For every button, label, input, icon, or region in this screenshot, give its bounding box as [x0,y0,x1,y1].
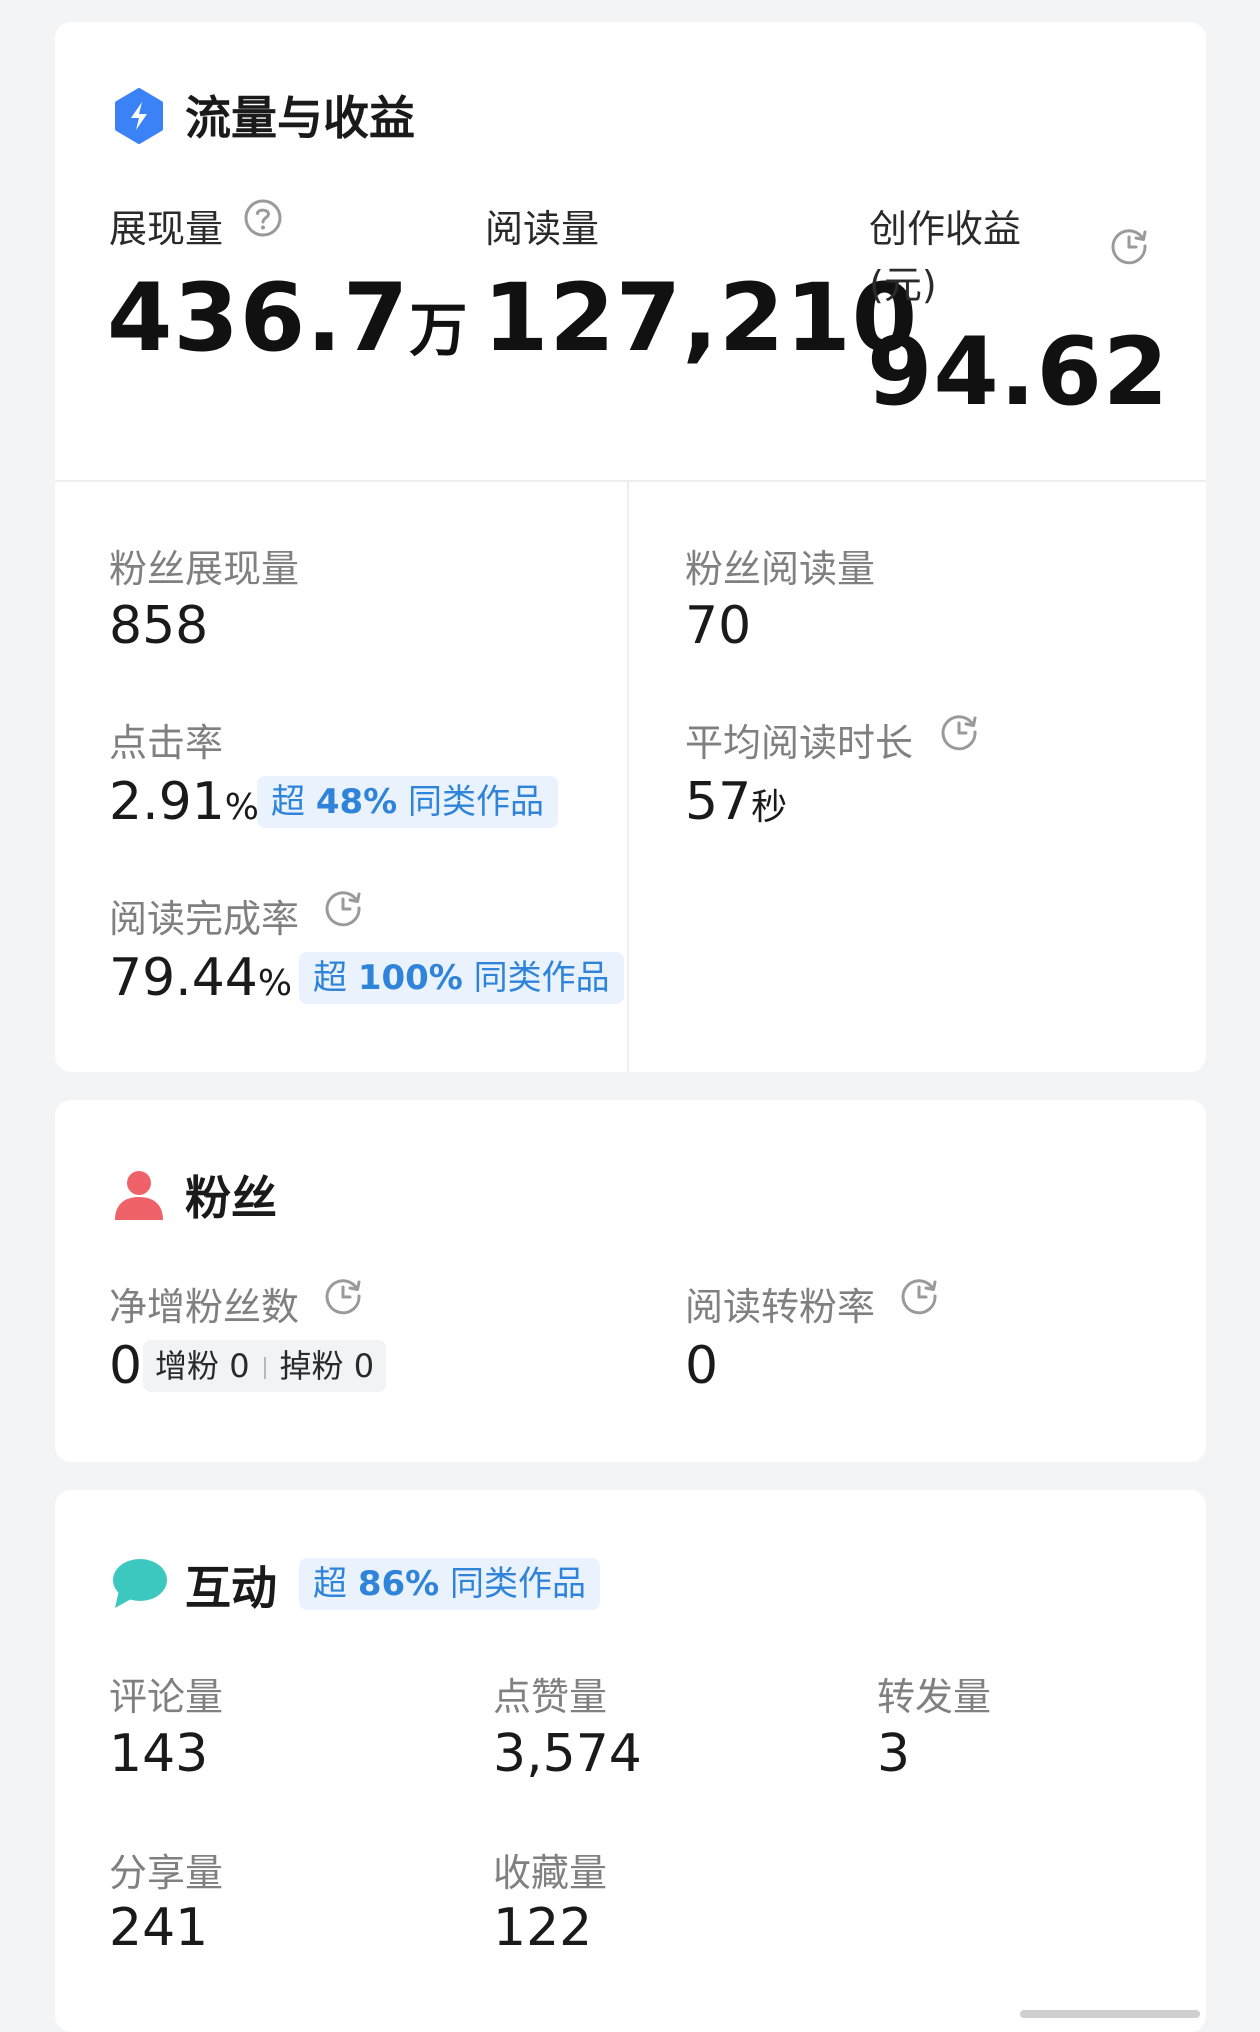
fan-gain-loss-breakdown: 增粉 0 掉粉 0 [143,1340,387,1392]
reposts-value: 3 [877,1724,911,1784]
ctr-unit: % [224,787,259,828]
avg-read-time-value: 57秒 [685,772,788,832]
fans-card: 粉丝 净增粉丝数 0 增粉 0 掉粉 0 阅读转粉率 0 [55,1100,1206,1462]
read-to-fan-rate-label: 阅读转粉率 [685,1285,876,1329]
fan-reads-value: 70 [685,596,752,656]
shares-label: 分享量 [109,1851,224,1895]
fan-reads-label: 粉丝阅读量 [685,547,876,591]
completion-rank-badge: 超 100% 同类作品 [299,952,624,1004]
net-new-fans-label: 净增粉丝数 [109,1285,300,1329]
avg-read-time-unit: 秒 [751,787,788,828]
likes-label: 点赞量 [493,1675,608,1719]
completion-label: 阅读完成率 [109,897,300,941]
clock-history-icon[interactable] [323,1276,363,1316]
likes-value: 3,574 [493,1724,642,1784]
earnings-unit-label: (元) [869,263,937,307]
impressions-label: 展现量 [109,207,224,251]
clock-history-icon[interactable] [1109,226,1149,266]
traffic-divider [55,480,1206,482]
reads-value: 127,210 [483,264,919,373]
favorites-value: 122 [493,1898,593,1958]
net-new-fans-value: 0 [109,1336,143,1396]
fan-impressions-value: 858 [109,596,209,656]
completion-value: 79.44% [109,948,293,1008]
read-to-fan-rate-value: 0 [685,1336,719,1396]
ctr-label: 点击率 [109,721,224,765]
clock-history-icon[interactable] [899,1276,939,1316]
avg-read-time-label: 平均阅读时长 [685,721,914,765]
clock-history-icon[interactable] [323,888,363,928]
impressions-value: 436.7万 [107,264,469,373]
person-icon [111,1166,167,1222]
traffic-column-divider [627,482,629,1072]
comments-value: 143 [109,1724,209,1784]
impressions-unit: 万 [409,296,469,364]
interaction-section-title: 互动 [185,1561,277,1615]
reads-label: 阅读量 [485,207,600,251]
favorites-label: 收藏量 [493,1851,608,1895]
ctr-rank-badge: 超 48% 同类作品 [257,776,559,828]
fan-impressions-label: 粉丝展现量 [109,547,300,591]
fans-section-title: 粉丝 [185,1171,277,1225]
home-indicator[interactable] [1020,2010,1200,2018]
completion-unit: % [257,963,293,1004]
clock-history-icon[interactable] [939,712,979,752]
interaction-rank-badge: 超 86% 同类作品 [299,1558,601,1610]
comments-label: 评论量 [109,1675,224,1719]
earnings-value: 94.62 [867,318,1170,427]
shares-value: 241 [109,1898,209,1958]
chat-bubble-icon [109,1556,169,1612]
lightning-icon [113,88,165,144]
ctr-value: 2.91% [109,772,259,832]
traffic-card: 流量与收益 展现量 436.7万 阅读量 127,210 创作收益 (元) 94… [55,22,1206,1072]
interaction-card: 互动 超 86% 同类作品 评论量 143 点赞量 3,574 转发量 3 分享… [55,1490,1206,2032]
reposts-label: 转发量 [877,1675,992,1719]
earnings-label: 创作收益 [869,207,1022,251]
traffic-section-title: 流量与收益 [185,91,415,145]
question-circle-icon[interactable] [243,198,283,238]
